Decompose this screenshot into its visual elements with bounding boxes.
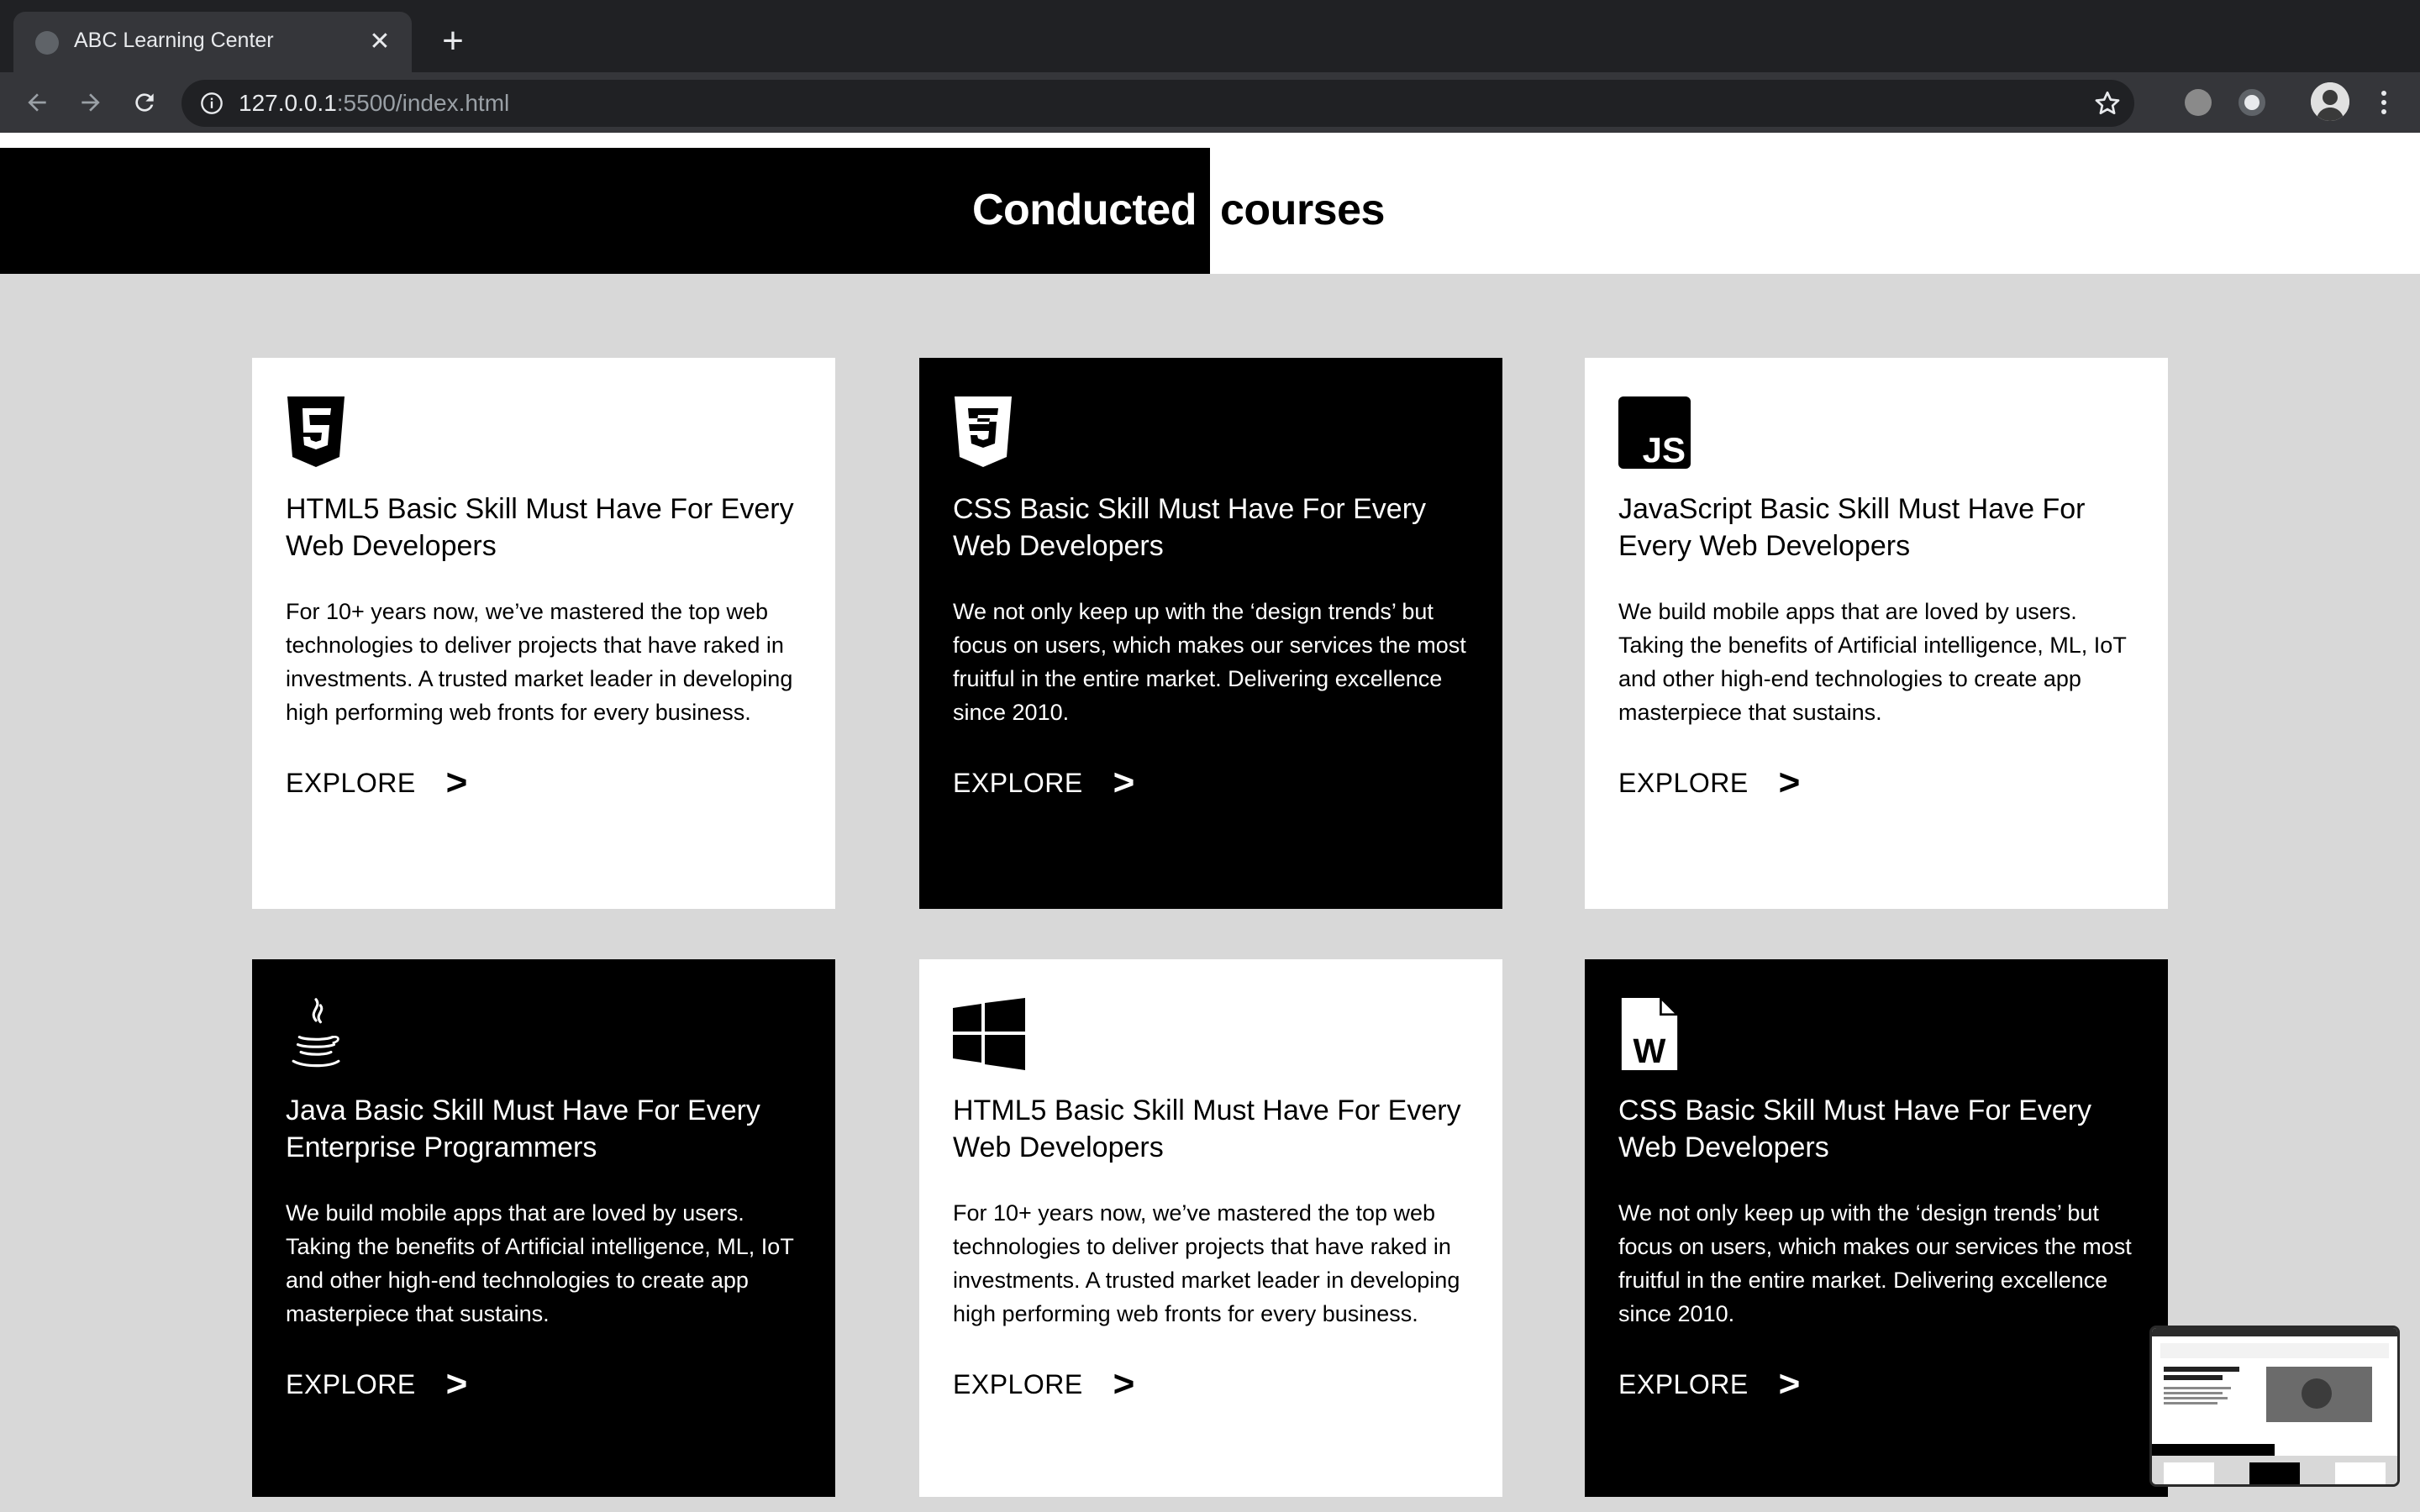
browser-menu-icon[interactable] xyxy=(2371,84,2396,121)
back-button[interactable] xyxy=(15,81,59,124)
course-title: CSS Basic Skill Must Have For Every Web … xyxy=(1618,1095,2092,1163)
course-card: CSS Basic Skill Must Have For Every Web … xyxy=(919,358,1502,909)
arrow-right-icon: > xyxy=(445,1363,468,1404)
explore-label: EXPLORE xyxy=(1618,767,1749,798)
course-description: We not only keep up with the ‘design tre… xyxy=(953,599,1466,725)
arrow-left-icon xyxy=(28,93,46,112)
explore-label: EXPLORE xyxy=(953,1368,1083,1399)
extension-icon[interactable] xyxy=(2185,89,2212,116)
screenshot-thumbnail[interactable] xyxy=(2149,1326,2400,1487)
explore-link[interactable]: EXPLORE > xyxy=(953,1363,1469,1404)
browser-tab[interactable]: ABC Learning Center ✕ xyxy=(13,12,412,72)
reload-icon xyxy=(135,93,154,112)
course-title: JavaScript Basic Skill Must Have For Eve… xyxy=(1618,493,2086,562)
course-card: HTML5 Basic Skill Must Have For Every We… xyxy=(252,358,835,909)
globe-icon xyxy=(35,31,59,55)
explore-label: EXPLORE xyxy=(286,1368,416,1399)
url-path: :5500/index.html xyxy=(336,90,510,116)
course-description: We not only keep up with the ‘design tre… xyxy=(1618,1200,2132,1326)
html5-icon xyxy=(287,396,345,467)
browser-tab-strip: ABC Learning Center ✕ + xyxy=(0,0,2420,72)
course-title: Java Basic Skill Must Have For Every Ent… xyxy=(286,1095,760,1163)
forward-button[interactable] xyxy=(69,81,113,124)
address-bar[interactable]: 127.0.0.1:5500/index.html xyxy=(182,80,2134,127)
css3-icon xyxy=(955,396,1012,467)
course-description: For 10+ years now, we’ve mastered the to… xyxy=(953,1200,1460,1326)
explore-link[interactable]: EXPLORE > xyxy=(1618,1363,2134,1404)
explore-link[interactable]: EXPLORE > xyxy=(286,1363,802,1404)
avatar[interactable] xyxy=(2311,82,2349,121)
extension-record-icon[interactable] xyxy=(2238,89,2265,116)
javascript-icon: JS xyxy=(1618,396,1691,469)
profile-avatar-icon xyxy=(2311,82,2349,121)
explore-link[interactable]: EXPLORE > xyxy=(953,762,1469,803)
arrow-right-icon: > xyxy=(445,762,468,803)
info-icon[interactable] xyxy=(200,92,224,115)
explore-label: EXPLORE xyxy=(1618,1368,1749,1399)
arrow-right-icon xyxy=(82,93,100,112)
browser-toolbar: 127.0.0.1:5500/index.html xyxy=(0,72,2420,133)
course-title: CSS Basic Skill Must Have For Every Web … xyxy=(953,493,1427,562)
windows-icon xyxy=(953,998,1025,1070)
explore-link[interactable]: EXPLORE > xyxy=(286,762,802,803)
reload-button[interactable] xyxy=(123,81,166,124)
bookmark-star-icon[interactable] xyxy=(2092,88,2123,118)
url-text: 127.0.0.1:5500/index.html xyxy=(239,90,509,117)
course-description: We build mobile apps that are loved by u… xyxy=(286,1200,794,1326)
course-card: HTML5 Basic Skill Must Have For Every We… xyxy=(919,959,1502,1497)
arrow-right-icon: > xyxy=(1778,1363,1801,1404)
close-tab-icon[interactable]: ✕ xyxy=(363,25,397,59)
page-top-strip xyxy=(0,133,2420,148)
heading-conducted: Conducted xyxy=(971,186,1197,234)
arrow-right-icon: > xyxy=(1113,762,1135,803)
thumbnail-preview-image xyxy=(2152,1328,2397,1484)
explore-label: EXPLORE xyxy=(953,767,1083,798)
explore-link[interactable]: EXPLORE > xyxy=(1618,762,2134,803)
course-title: HTML5 Basic Skill Must Have For Every We… xyxy=(953,1095,1461,1163)
svg-text:W: W xyxy=(1634,1032,1666,1070)
course-card: JS JavaScript Basic Skill Must Have For … xyxy=(1585,358,2168,909)
course-card: W CSS Basic Skill Must Have For Every We… xyxy=(1585,959,2168,1497)
arrow-right-icon: > xyxy=(1113,1363,1135,1404)
new-tab-button[interactable]: + xyxy=(434,20,472,62)
course-card: Java Basic Skill Must Have For Every Ent… xyxy=(252,959,835,1497)
arrow-right-icon: > xyxy=(1778,762,1801,803)
word-document-icon: W xyxy=(1621,998,1681,1070)
heading-courses: courses xyxy=(1220,186,1385,234)
course-description: We build mobile apps that are loved by u… xyxy=(1618,599,2127,725)
java-icon xyxy=(292,998,340,1068)
course-title: HTML5 Basic Skill Must Have For Every We… xyxy=(286,493,794,562)
tab-title: ABC Learning Center xyxy=(74,29,274,52)
explore-label: EXPLORE xyxy=(286,767,416,798)
course-description: For 10+ years now, we’ve mastered the to… xyxy=(286,599,793,725)
url-host: 127.0.0.1 xyxy=(239,90,337,116)
section-heading: Conducted courses xyxy=(0,148,2420,274)
svg-text:JS: JS xyxy=(1643,430,1686,469)
